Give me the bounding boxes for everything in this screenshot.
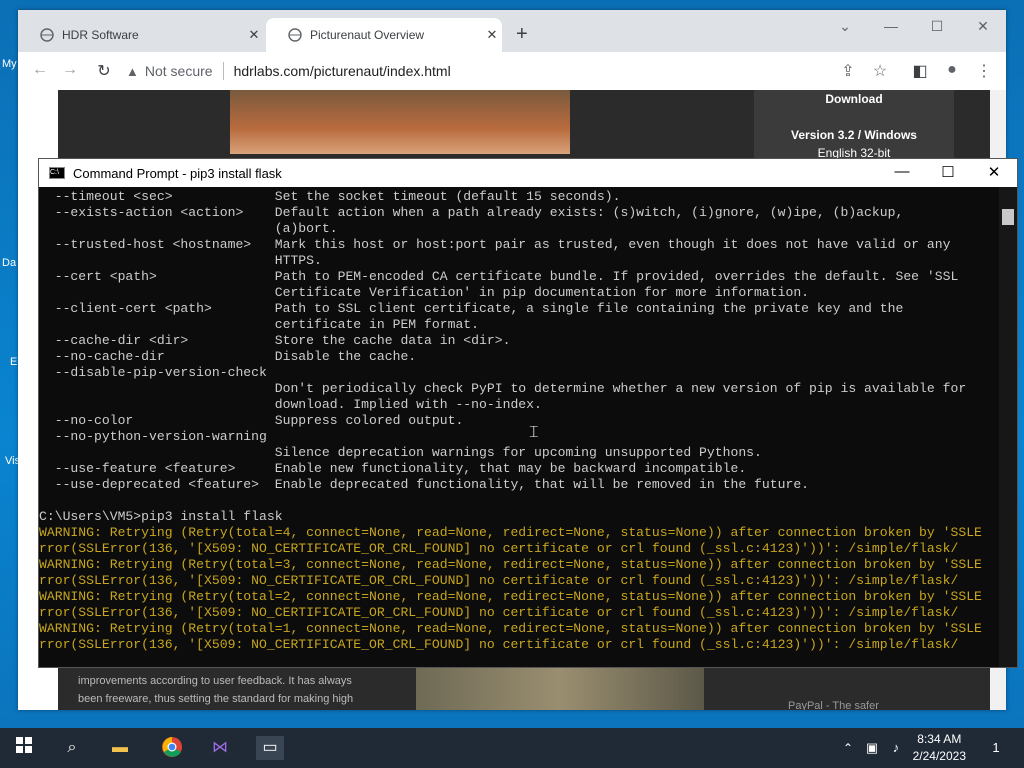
console-line: --no-python-version-warning <box>39 429 267 444</box>
console-line: Silence deprecation warnings for upcomin… <box>39 445 762 460</box>
tab-title: Picturenaut Overview <box>310 28 425 42</box>
globe-icon <box>288 28 302 42</box>
cmd-title: Command Prompt - pip3 install flask <box>73 165 282 181</box>
close-window-icon[interactable]: ✕ <box>979 163 1009 181</box>
console-line: (a)bort. <box>39 221 338 236</box>
bookmark-star-icon[interactable]: ☆ <box>870 61 890 81</box>
console-line: WARNING: Retrying (Retry(total=4, connec… <box>39 525 982 540</box>
cmd-title-bar[interactable]: C:\ Command Prompt - pip3 install flask … <box>39 159 1017 187</box>
version-label: Version 3.2 / Windows <box>791 128 917 142</box>
body-line: improvements according to user feedback.… <box>78 675 352 687</box>
desktop-icon-label[interactable]: E <box>10 356 17 368</box>
search-icon[interactable]: ⌕ <box>60 736 84 760</box>
console-line: --timeout <sec> Set the socket timeout (… <box>39 189 621 204</box>
console-line: WARNING: Retrying (Retry(total=2, connec… <box>39 589 982 604</box>
console-line: --use-feature <feature> Enable new funct… <box>39 461 747 476</box>
command-prompt-taskbar-icon[interactable]: ▭ <box>256 736 284 760</box>
console-line: --trusted-host <hostname> Mark this host… <box>39 237 951 252</box>
visual-studio-icon[interactable]: ⋈ <box>208 736 232 760</box>
body-text: improvements according to user feedback.… <box>78 672 398 708</box>
address-bar[interactable]: ▲ Not secure hdrlabs.com/picturenaut/ind… <box>126 57 826 85</box>
minimize-icon[interactable]: — <box>887 163 917 180</box>
taskbar: ⌕ ▬ ⋈ ▭ ⌃ ▣ ♪ 8:34 AM 2/24/2023 1 <box>0 728 1024 768</box>
forward-icon[interactable]: → <box>60 61 80 79</box>
close-tab-icon[interactable]: ✕ <box>244 27 264 43</box>
console-line: --cert <path> Path to PEM-encoded CA cer… <box>39 269 959 284</box>
cmd-icon: C:\ <box>49 167 65 179</box>
url-text[interactable]: hdrlabs.com/picturenaut/index.html <box>234 63 451 79</box>
console-line: --use-deprecated <feature> Enable deprec… <box>39 477 810 492</box>
maximize-icon[interactable]: ☐ <box>922 18 952 35</box>
tab-strip: HDR Software ✕ Picturenaut Overview ✕ + … <box>18 10 1006 52</box>
console-line: rror(SSLError(136, '[X509: NO_CERTIFICAT… <box>39 573 959 588</box>
clock-date: 2/24/2023 <box>912 749 966 763</box>
console-line: --disable-pip-version-check <box>39 365 267 380</box>
windows-start-icon[interactable] <box>12 736 36 760</box>
volume-icon[interactable]: ♪ <box>884 736 908 760</box>
network-icon[interactable]: ▣ <box>860 736 884 760</box>
download-heading[interactable]: Download <box>754 90 954 106</box>
hero-image <box>230 90 570 154</box>
warning-icon[interactable]: ▲ <box>126 64 139 79</box>
reload-icon[interactable]: ↻ <box>94 61 114 81</box>
close-tab-icon[interactable]: ✕ <box>482 27 502 43</box>
cmd-scrollbar[interactable] <box>999 187 1017 667</box>
clock-time: 8:34 AM <box>917 732 962 746</box>
download-box: Download Version 3.2 / Windows English 3… <box>754 90 954 168</box>
console-line: Certificate Verification' in pip documen… <box>39 285 810 300</box>
browser-toolbar: ← → ↻ ▲ Not secure hdrlabs.com/picturena… <box>18 52 1006 91</box>
console-line: Don't periodically check PyPI to determi… <box>39 381 967 396</box>
desktop-icon-label[interactable]: Da <box>2 257 16 269</box>
console-line: WARNING: Retrying (Retry(total=3, connec… <box>39 557 982 572</box>
console-line: C:\Users\VM5>pip3 install flask <box>39 509 283 524</box>
divider <box>222 62 224 80</box>
globe-icon <box>40 28 54 42</box>
notification-count: 1 <box>992 740 1000 755</box>
chevron-up-icon[interactable]: ⌃ <box>836 736 860 760</box>
menu-kebab-icon[interactable]: ⋮ <box>974 61 994 81</box>
console-line: --no-cache-dir Disable the cache. <box>39 349 417 364</box>
console-line: HTTPS. <box>39 253 322 268</box>
minimize-icon[interactable]: — <box>876 18 906 34</box>
screenshot-thumbnail[interactable] <box>416 668 704 710</box>
profile-avatar-icon[interactable]: ● <box>942 61 962 79</box>
share-icon[interactable]: ⇪ <box>838 61 858 81</box>
paypal-image-alt[interactable]: PayPal - The safer <box>788 700 879 710</box>
desktop-icon-label[interactable]: My <box>2 58 17 70</box>
console-line: rror(SSLError(136, '[X509: NO_CERTIFICAT… <box>39 637 959 652</box>
console-line: --client-cert <path> Path to SSL client … <box>39 301 904 316</box>
console-line: rror(SSLError(136, '[X509: NO_CERTIFICAT… <box>39 605 959 620</box>
system-clock[interactable]: 8:34 AM 2/24/2023 <box>913 731 966 765</box>
console-line: --cache-dir <dir> Store the cache data i… <box>39 333 511 348</box>
tab-search-chevron-icon[interactable]: ⌄ <box>830 18 860 35</box>
console-line: certificate in PEM format. <box>39 317 480 332</box>
console-output[interactable]: --timeout <sec> Set the socket timeout (… <box>39 187 997 669</box>
security-label[interactable]: Not secure <box>145 63 213 79</box>
chrome-icon[interactable] <box>160 736 184 760</box>
scroll-thumb[interactable] <box>1002 209 1014 225</box>
file-explorer-icon[interactable]: ▬ <box>108 736 132 760</box>
new-tab-icon[interactable]: + <box>516 24 528 44</box>
console-line: download. Implied with --no-index. <box>39 397 542 412</box>
maximize-icon[interactable]: ☐ <box>933 163 963 181</box>
console-line: --no-color Suppress colored output. <box>39 413 464 428</box>
command-prompt-window: C:\ Command Prompt - pip3 install flask … <box>38 158 1018 668</box>
console-line: rror(SSLError(136, '[X509: NO_CERTIFICAT… <box>39 541 959 556</box>
body-line: been freeware, thus setting the standard… <box>78 693 354 705</box>
notification-icon[interactable]: 1 <box>984 736 1008 760</box>
tab-title: HDR Software <box>62 28 139 42</box>
console-line: WARNING: Retrying (Retry(total=1, connec… <box>39 621 982 636</box>
side-panel-icon[interactable]: ◧ <box>910 61 930 81</box>
tab-hdr-software[interactable]: HDR Software ✕ <box>18 18 264 52</box>
tab-picturenaut-overview[interactable]: Picturenaut Overview ✕ <box>266 18 502 52</box>
close-window-icon[interactable]: ✕ <box>968 18 998 35</box>
console-line: --exists-action <action> Default action … <box>39 205 904 220</box>
mouse-cursor-icon: ⌶ <box>529 424 539 441</box>
back-icon[interactable]: ← <box>30 61 50 79</box>
